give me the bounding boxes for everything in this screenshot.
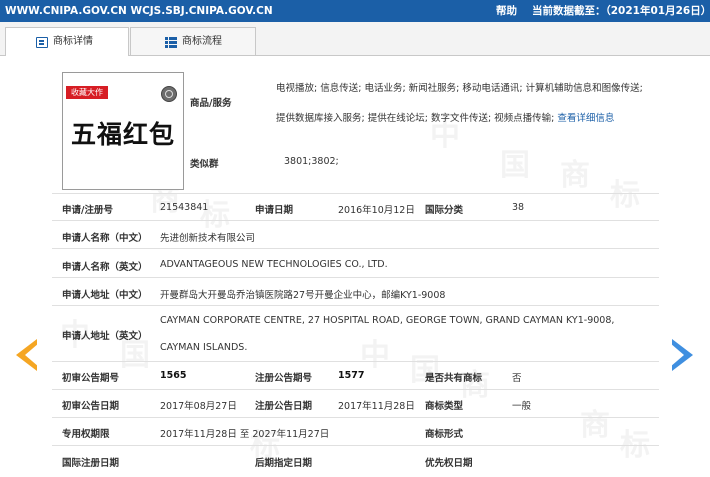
prelim-no-label: 初审公告期号 (62, 373, 120, 384)
reg-no-label: 申请/注册号 (62, 205, 113, 216)
collection-badge: 收藏大作 (66, 86, 108, 99)
applicant-en-label: 申请人名称（英文） (62, 262, 148, 273)
goods-services-list: 电视播放; 信息传送; 电话业务; 新闻社服务; 移动电话通讯; 计算机辅助信息… (276, 74, 648, 134)
similar-group-value: 3801;3802; (284, 156, 339, 167)
reg-notice-date-value: 2017年11月28日 (338, 401, 415, 412)
view-details-link[interactable]: 查看详细信息 (557, 113, 614, 124)
intl-class-label: 国际分类 (425, 205, 464, 216)
reg-no-value: 21543841 (160, 202, 209, 213)
applicant-cn-label: 申请人名称（中文） (62, 233, 148, 244)
tm-type-value: 一般 (512, 401, 532, 412)
tab-bar: 商标详情 商标流程 (0, 22, 710, 56)
priority-date-label: 优先权日期 (425, 458, 473, 469)
tab-trademark-details[interactable]: 商标详情 (5, 27, 129, 56)
tab-label: 商标详情 (53, 36, 93, 47)
tm-form-label: 商标形式 (425, 429, 464, 440)
trademark-text: 五福红包 (70, 120, 175, 149)
list-icon (165, 37, 177, 48)
prelim-date-value: 2017年08月27日 (160, 401, 237, 412)
similar-group-label: 类似群 (190, 159, 219, 170)
intl-class-value: 38 (512, 202, 525, 213)
exclusive-period-value: 2017年11月28日 至 2027年11月27日 (160, 429, 330, 440)
intl-reg-date-label: 国际注册日期 (62, 458, 120, 469)
app-date-value: 2016年10月12日 (338, 205, 415, 216)
tab-label: 商标流程 (182, 36, 222, 47)
reg-notice-no-value: 1577 (338, 370, 365, 381)
top-header-bar: WWW.CNIPA.GOV.CN WCJS.SBJ.CNIPA.GOV.CN 帮… (0, 0, 710, 22)
help-link[interactable]: 帮助 (496, 0, 517, 22)
site-domains: WWW.CNIPA.GOV.CN WCJS.SBJ.CNIPA.GOV.CN (5, 5, 273, 17)
trademark-image: 收藏大作 五福红包 (62, 72, 184, 190)
address-en-line2: CAYMAN ISLANDS. (160, 342, 248, 353)
applicant-cn-value: 先进创新技术有限公司 (160, 233, 256, 244)
prelim-date-label: 初审公告日期 (62, 401, 120, 412)
address-cn-label: 申请人地址（中文） (62, 290, 148, 301)
later-designation-date-label: 后期指定日期 (255, 458, 313, 469)
tab-trademark-process[interactable]: 商标流程 (130, 27, 256, 55)
goods-label: 商品/服务 (190, 98, 232, 109)
document-list-icon (36, 37, 48, 48)
address-en-label: 申请人地址（英文） (62, 331, 148, 342)
data-as-of-date: 当前数据截至：（2021年01月26日） (532, 5, 710, 17)
exclusive-period-label: 专用权期限 (62, 429, 110, 440)
seal-icon (161, 86, 177, 102)
app-date-label: 申请日期 (255, 205, 294, 216)
reg-notice-date-label: 注册公告日期 (255, 401, 313, 412)
shared-value: 否 (512, 373, 522, 384)
address-en-line1: CAYMAN CORPORATE CENTRE, 27 HOSPITAL ROA… (160, 315, 615, 326)
tm-type-label: 商标类型 (425, 401, 464, 412)
reg-notice-no-label: 注册公告期号 (255, 373, 313, 384)
applicant-en-value: ADVANTAGEOUS NEW TECHNOLOGIES CO., LTD. (160, 259, 388, 270)
shared-label: 是否共有商标 (425, 373, 483, 384)
prelim-no-value: 1565 (160, 370, 187, 381)
address-cn-value: 开曼群岛大开曼岛乔治镇医院路27号开曼企业中心，邮编KY1-9008 (160, 290, 446, 301)
previous-arrow-icon[interactable] (16, 339, 39, 371)
next-arrow-icon[interactable] (670, 339, 693, 371)
